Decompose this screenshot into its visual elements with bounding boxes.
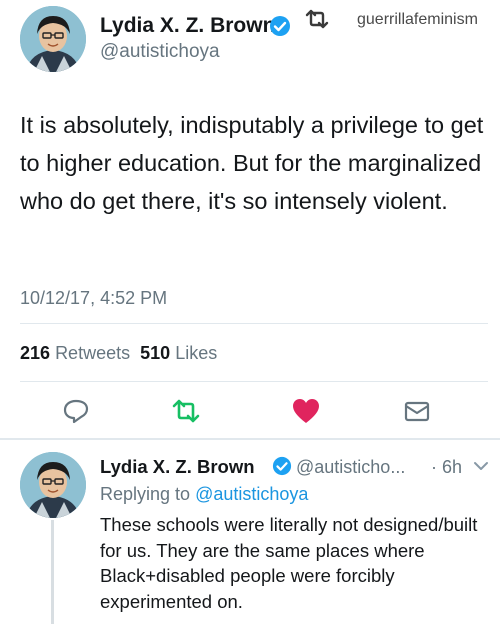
reply-author-name[interactable]: Lydia X. Z. Brown: [100, 456, 255, 478]
replying-to-link[interactable]: @autistichoya: [195, 484, 308, 504]
tweet-separator: [0, 438, 500, 440]
separator-dot: ·: [431, 457, 437, 477]
retweets-label[interactable]: Retweets: [55, 343, 130, 363]
handle-text[interactable]: @autisticho...: [296, 457, 405, 477]
retweet-icon: [304, 9, 330, 34]
engagement-stats: 216 Retweets 510 Likes: [20, 343, 217, 364]
replying-to: Replying to @autistichoya: [100, 484, 308, 505]
likes-label[interactable]: Likes: [175, 343, 217, 363]
tweet-text: It is absolutely, indisputably a privile…: [20, 112, 484, 214]
replying-prefix: Replying to: [100, 484, 191, 504]
tweet-timestamp[interactable]: 10/12/17, 4:52 PM: [20, 288, 167, 309]
divider: [20, 323, 488, 324]
verified-badge-icon: [272, 456, 292, 481]
retweet-icon[interactable]: [171, 397, 201, 430]
retweets-count[interactable]: 216: [20, 343, 50, 363]
reply-icon[interactable]: [62, 397, 90, 430]
repost-username[interactable]: guerrillafeminism: [357, 11, 478, 29]
chevron-down-icon[interactable]: [472, 459, 490, 478]
divider: [20, 381, 488, 382]
heart-icon[interactable]: [291, 397, 321, 430]
thread-line: [51, 520, 54, 624]
author-handle[interactable]: @autistichoya: [100, 41, 220, 63]
author-name[interactable]: Lydia X. Z. Brown: [100, 14, 275, 38]
likes-count[interactable]: 510: [140, 343, 170, 363]
author-avatar[interactable]: [20, 6, 86, 72]
reply-tweet-text: These schools were literally not designe…: [100, 514, 478, 612]
reply-time[interactable]: · 6h: [431, 457, 462, 478]
reply-author-avatar[interactable]: [20, 452, 86, 518]
verified-badge-icon: [269, 15, 291, 42]
relative-time[interactable]: 6h: [442, 457, 462, 477]
envelope-icon[interactable]: [403, 397, 431, 430]
reply-author-handle[interactable]: @autisticho...: [296, 457, 405, 478]
